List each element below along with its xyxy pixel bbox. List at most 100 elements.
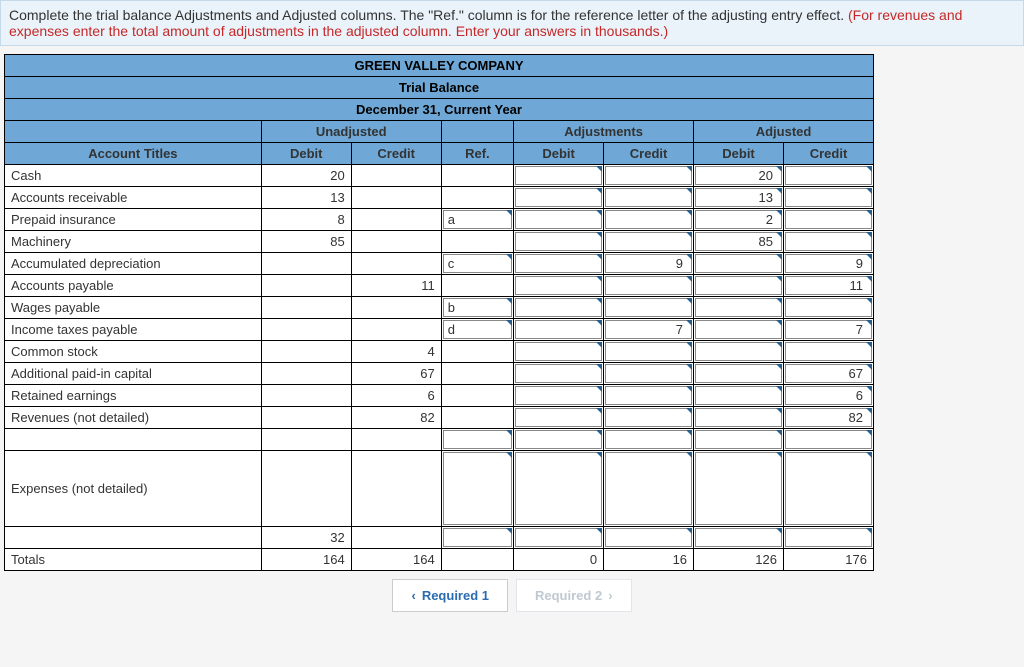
amount-cell[interactable]: 2: [694, 209, 784, 231]
amount-cell[interactable]: [784, 165, 874, 187]
amount-cell[interactable]: 85: [694, 231, 784, 253]
ref-cell[interactable]: d: [441, 319, 513, 341]
table-row: Wages payable b: [5, 297, 874, 319]
ref-cell[interactable]: [441, 429, 513, 451]
amount-cell[interactable]: [784, 187, 874, 209]
amount-cell[interactable]: [514, 341, 604, 363]
prev-button[interactable]: ‹ Required 1: [392, 579, 508, 612]
amount-cell[interactable]: [514, 275, 604, 297]
ref-cell[interactable]: a: [441, 209, 513, 231]
account-title-cell: Accounts payable: [5, 275, 262, 297]
amount-cell[interactable]: [694, 363, 784, 385]
amount-cell: [351, 429, 441, 451]
amount-cell[interactable]: [604, 451, 694, 527]
amount-cell[interactable]: [514, 231, 604, 253]
amount-cell[interactable]: [784, 297, 874, 319]
table-row: 32: [5, 527, 874, 549]
amount-cell[interactable]: [604, 407, 694, 429]
amount-cell[interactable]: [784, 209, 874, 231]
amount-cell[interactable]: [514, 187, 604, 209]
account-title-cell: Wages payable: [5, 297, 262, 319]
amount-cell[interactable]: [514, 209, 604, 231]
amount-cell[interactable]: [514, 165, 604, 187]
amount-cell[interactable]: [604, 209, 694, 231]
amount-cell: 85: [261, 231, 351, 253]
amount-cell[interactable]: [604, 527, 694, 549]
amount-cell[interactable]: [604, 187, 694, 209]
amount-cell[interactable]: [604, 165, 694, 187]
amount-cell[interactable]: [514, 527, 604, 549]
amount-cell[interactable]: 7: [784, 319, 874, 341]
amount-cell[interactable]: [604, 385, 694, 407]
amount-cell[interactable]: 11: [784, 275, 874, 297]
company-name: GREEN VALLEY COMPANY: [5, 55, 874, 77]
amount-cell[interactable]: 9: [784, 253, 874, 275]
amount-cell[interactable]: 13: [694, 187, 784, 209]
table-row: Accounts receivable1313: [5, 187, 874, 209]
account-title-cell: Additional paid-in capital: [5, 363, 262, 385]
amount-cell[interactable]: [694, 407, 784, 429]
ref-cell[interactable]: [441, 451, 513, 527]
amount-cell[interactable]: [694, 429, 784, 451]
amount-cell[interactable]: [604, 231, 694, 253]
amount-cell[interactable]: [514, 407, 604, 429]
amount-cell[interactable]: [694, 527, 784, 549]
amount-cell[interactable]: [694, 385, 784, 407]
amount-cell[interactable]: [694, 451, 784, 527]
amount-cell[interactable]: [784, 451, 874, 527]
adjusted-debit-header: Debit: [694, 143, 784, 165]
ref-cell-blank: [441, 341, 513, 363]
amount-cell[interactable]: [694, 275, 784, 297]
amount-cell: [261, 341, 351, 363]
amount-cell[interactable]: [604, 363, 694, 385]
amount-cell[interactable]: 9: [604, 253, 694, 275]
next-button[interactable]: Required 2 ›: [516, 579, 632, 612]
amount-cell: [261, 429, 351, 451]
account-title-cell: Revenues (not detailed): [5, 407, 262, 429]
amount-cell[interactable]: [694, 341, 784, 363]
account-title-cell: Accumulated depreciation: [5, 253, 262, 275]
amount-cell: [261, 363, 351, 385]
amount-cell[interactable]: [514, 451, 604, 527]
amount-cell[interactable]: 20: [694, 165, 784, 187]
amount-cell: [351, 319, 441, 341]
amount-cell: [351, 209, 441, 231]
next-label: Required 2: [535, 588, 602, 603]
table-row: Additional paid-in capital6767: [5, 363, 874, 385]
amount-cell[interactable]: [514, 297, 604, 319]
amount-cell[interactable]: [694, 297, 784, 319]
amount-cell[interactable]: [694, 319, 784, 341]
prev-label: Required 1: [422, 588, 489, 603]
amount-cell: [261, 297, 351, 319]
totals-row: Totals164164016126176: [5, 549, 874, 571]
amount-cell: 164: [351, 549, 441, 571]
amount-cell[interactable]: 67: [784, 363, 874, 385]
ref-cell[interactable]: c: [441, 253, 513, 275]
amount-cell[interactable]: [514, 385, 604, 407]
amount-cell[interactable]: [694, 253, 784, 275]
table-row: Machinery8585: [5, 231, 874, 253]
ref-cell[interactable]: b: [441, 297, 513, 319]
ref-cell[interactable]: [441, 527, 513, 549]
amount-cell[interactable]: 7: [604, 319, 694, 341]
amount-cell[interactable]: [784, 341, 874, 363]
unadj-debit-header: Debit: [261, 143, 351, 165]
amount-cell[interactable]: 6: [784, 385, 874, 407]
amount-cell[interactable]: [604, 275, 694, 297]
amount-cell[interactable]: [514, 253, 604, 275]
amount-cell: 126: [694, 549, 784, 571]
account-title-cell: [5, 429, 262, 451]
amount-cell[interactable]: [784, 527, 874, 549]
amount-cell: [261, 407, 351, 429]
amount-cell[interactable]: [784, 231, 874, 253]
amount-cell[interactable]: [514, 363, 604, 385]
amount-cell[interactable]: [604, 297, 694, 319]
amount-cell[interactable]: [514, 429, 604, 451]
amount-cell[interactable]: [514, 319, 604, 341]
amount-cell[interactable]: 82: [784, 407, 874, 429]
amount-cell[interactable]: [604, 429, 694, 451]
ref-cell-blank: [441, 385, 513, 407]
amount-cell[interactable]: [784, 429, 874, 451]
amount-cell[interactable]: [604, 341, 694, 363]
adj-debit-header: Debit: [514, 143, 604, 165]
